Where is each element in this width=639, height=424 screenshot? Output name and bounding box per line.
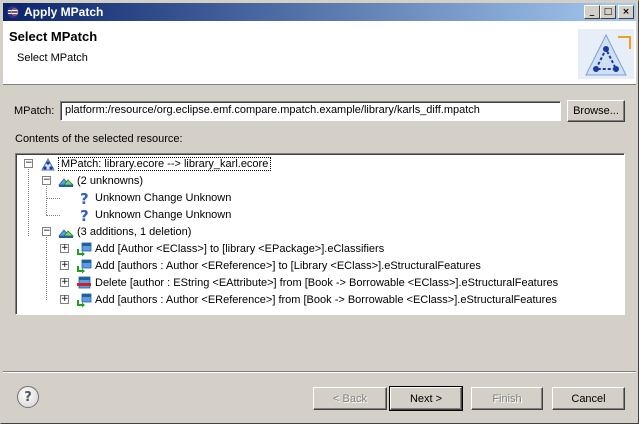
- tree-item-unknown-change[interactable]: ? Unknown Change Unknown: [76, 207, 231, 223]
- wizard-header: Select MPatch Select MPatch: [3, 21, 636, 85]
- mpatch-label: MPatch:: [14, 105, 55, 117]
- change-expand-toggle[interactable]: +: [60, 244, 69, 253]
- browse-button[interactable]: Browse...: [567, 100, 625, 122]
- close-button[interactable]: ×: [618, 5, 634, 19]
- tree-connector: [46, 215, 60, 216]
- change-label: Add [Author <EClass>] to [library <EPack…: [95, 243, 385, 255]
- group-changes-toggle[interactable]: −: [42, 227, 51, 236]
- mpatch-path-input[interactable]: platform:/resource/org.eclipse.emf.compa…: [60, 101, 561, 121]
- root-collapse-toggle[interactable]: −: [24, 159, 33, 168]
- tree-connector: [46, 237, 47, 300]
- tree-root-node[interactable]: MPatch: library.ecore --> library_karl.e…: [40, 156, 272, 172]
- change-label: Add [authors : Author <EReference>] from…: [95, 294, 557, 306]
- tree-connector: [28, 166, 29, 236]
- tree-item-add-change[interactable]: Add [authors : Author <EReference>] from…: [76, 292, 557, 308]
- tree-item-add-change[interactable]: Add [Author <EClass>] to [library <EPack…: [76, 241, 384, 257]
- window-controls: _ □ ×: [584, 5, 634, 19]
- question-icon: ?: [80, 190, 89, 206]
- maximize-button[interactable]: □: [600, 5, 616, 19]
- tree-connector: [46, 198, 60, 199]
- change-expand-toggle[interactable]: +: [60, 295, 69, 304]
- minimize-button[interactable]: _: [584, 5, 600, 19]
- apply-mpatch-dialog: Apply MPatch _ □ × Select MPatch Select …: [0, 0, 639, 424]
- group-changes-label: (3 additions, 1 deletion): [77, 226, 192, 238]
- eclipse-icon: [6, 5, 20, 19]
- mpatch-icon: [41, 157, 55, 171]
- delete-change-icon: [77, 276, 91, 289]
- group-icon: [58, 229, 74, 238]
- unknown-change-label: Unknown Change Unknown: [95, 209, 232, 221]
- minimize-icon: _: [589, 6, 595, 17]
- tree-item-delete-change[interactable]: Delete [author : EString <EAttribute>] f…: [76, 275, 558, 291]
- add-change-icon: [77, 293, 92, 308]
- wizard-banner-icon: [578, 29, 634, 79]
- maximize-icon: □: [603, 6, 613, 17]
- finish-button[interactable]: Finish: [471, 387, 543, 410]
- tree-item-unknown-change[interactable]: ? Unknown Change Unknown: [76, 190, 231, 206]
- group-icon: [58, 178, 74, 187]
- add-change-icon: [77, 242, 92, 257]
- tree-item-add-change[interactable]: Add [authors : Author <EReference>] to […: [76, 258, 481, 274]
- title-bar[interactable]: Apply MPatch _ □ ×: [3, 3, 636, 21]
- cancel-button[interactable]: Cancel: [552, 387, 625, 410]
- tree-root-label: MPatch: library.ecore --> library_karl.e…: [57, 157, 272, 171]
- svg-text:?: ?: [80, 190, 89, 206]
- change-expand-toggle[interactable]: +: [60, 278, 69, 287]
- resource-tree[interactable]: − MPatch: library.ecore --> library_karl…: [15, 153, 625, 315]
- page-description: Select MPatch: [17, 52, 88, 64]
- footer-separator: [3, 371, 636, 373]
- close-icon: ×: [622, 6, 630, 17]
- svg-text:?: ?: [80, 207, 89, 223]
- page-title: Select MPatch: [9, 29, 98, 44]
- change-expand-toggle[interactable]: +: [60, 261, 69, 270]
- change-label: Delete [author : EString <EAttribute>] f…: [95, 277, 559, 289]
- next-button[interactable]: Next >: [389, 386, 463, 411]
- back-button[interactable]: < Back: [313, 387, 387, 410]
- change-label: Add [authors : Author <EReference>] to […: [95, 260, 481, 272]
- group-unknowns-toggle[interactable]: −: [42, 176, 51, 185]
- tree-connector: [46, 184, 47, 215]
- unknown-change-label: Unknown Change Unknown: [95, 192, 232, 204]
- question-icon: ?: [80, 207, 89, 223]
- group-unknowns-label: (2 unknowns): [77, 175, 144, 187]
- tree-group-changes[interactable]: (3 additions, 1 deletion): [58, 224, 191, 240]
- add-change-icon: [77, 259, 92, 274]
- window-title: Apply MPatch: [24, 5, 104, 19]
- help-icon: ?: [24, 389, 32, 405]
- contents-label: Contents of the selected resource:: [15, 133, 183, 145]
- tree-group-unknowns[interactable]: (2 unknowns): [58, 173, 143, 189]
- help-button[interactable]: ?: [17, 386, 39, 408]
